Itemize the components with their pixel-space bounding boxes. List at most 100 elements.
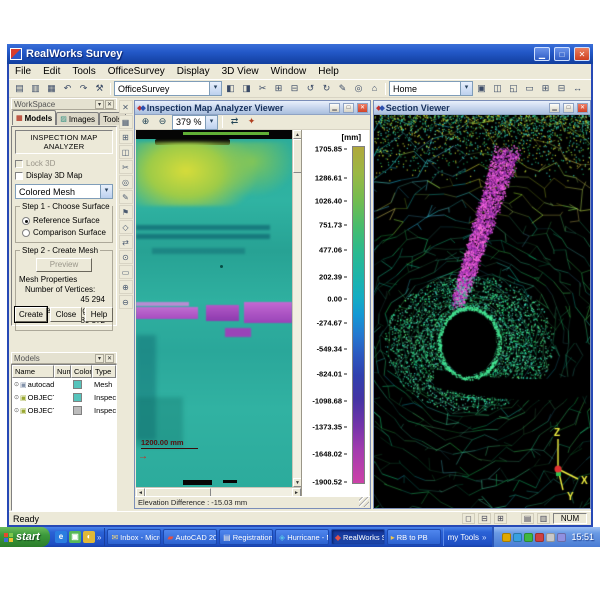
display-3d-map-checkbox-row[interactable]: Display 3D Map (15, 170, 113, 181)
cascade-icon[interactable]: ⊟ (554, 82, 569, 96)
layout-icon[interactable]: ◱ (506, 82, 521, 96)
resize-grip[interactable] (359, 497, 369, 507)
save-icon[interactable]: ▦ (44, 82, 59, 96)
redo-icon[interactable]: ↷ (76, 82, 91, 96)
tile-icon[interactable]: ⊞ (538, 82, 553, 96)
create-button[interactable]: Create (15, 307, 47, 322)
close-icon[interactable]: ✕ (105, 354, 114, 363)
chevron-icon[interactable]: » (482, 533, 486, 542)
taskbar-button[interactable]: ◈Hurricane - Micro... (275, 529, 329, 545)
tools-icon[interactable]: ⚒ (92, 82, 107, 96)
minimize-icon[interactable]: ▁ (549, 103, 560, 113)
zoom-in-icon[interactable]: ⊕ (138, 115, 153, 129)
taskbar-button[interactable]: ▸RB to PB (387, 529, 441, 545)
chevron-icon[interactable]: » (97, 533, 101, 542)
pan-icon[interactable]: ⇄ (227, 115, 242, 129)
help-button[interactable]: Help (85, 307, 113, 322)
chevron-down-icon[interactable]: ▾ (100, 185, 112, 198)
comparison-surface-radio-row[interactable]: Comparison Surface (22, 227, 109, 238)
maximize-icon[interactable]: □ (343, 103, 354, 113)
taskbar-button[interactable]: ✉Inbox - Microsof... (107, 529, 161, 545)
target-tool-icon[interactable]: ◎ (119, 175, 133, 189)
measure-icon[interactable]: ✦ (244, 115, 259, 129)
cut-icon[interactable]: ✂ (255, 82, 270, 96)
reference-surface-radio-row[interactable]: Reference Surface (22, 215, 109, 226)
reference-surface-radio[interactable] (22, 217, 30, 225)
delete-tool-icon[interactable]: ✕ (119, 100, 133, 114)
minimize-icon[interactable]: ▁ (329, 103, 340, 113)
close-button[interactable]: ✕ (574, 47, 590, 61)
table-row[interactable]: ⊙▣autocad...Mesh (12, 378, 116, 391)
swap-tool-icon[interactable]: ⇄ (119, 235, 133, 249)
add-tool-icon[interactable]: ⊕ (119, 280, 133, 294)
column-header[interactable]: Num... (54, 365, 71, 378)
layout-icon[interactable]: ⊟ (478, 513, 491, 524)
desktop-icon[interactable]: ▣ (69, 531, 81, 543)
column-header[interactable]: Color (71, 365, 92, 378)
rotate-right-icon[interactable]: ↻ (319, 82, 334, 96)
map-viewer-titlebar[interactable]: ◆◆ Inspection Map Analyzer Viewer ▁ □ ✕ (135, 101, 370, 115)
minimize-button[interactable]: ▁ (534, 47, 550, 61)
taskbar-button[interactable]: ▤Registration Rep... (219, 529, 273, 545)
pane-tool-icon[interactable]: ▭ (119, 265, 133, 279)
rotate-left-icon[interactable]: ↺ (303, 82, 318, 96)
menu-display[interactable]: Display (171, 65, 216, 78)
diamond-tool-icon[interactable]: ◇ (119, 220, 133, 234)
section-pointcloud-canvas[interactable] (374, 115, 590, 508)
expand-tool-icon[interactable]: ⊞ (119, 130, 133, 144)
menu-window[interactable]: Window (265, 65, 313, 78)
my-tools-toolbar[interactable]: my Tools » (443, 528, 491, 546)
flag-tool-icon[interactable]: ⚑ (119, 205, 133, 219)
cut-tool-icon[interactable]: ✂ (119, 160, 133, 174)
pane-icon[interactable]: ▭ (522, 82, 537, 96)
menu-edit[interactable]: Edit (37, 65, 66, 78)
taskbar-button[interactable]: ◆RealWorks Survey (331, 529, 385, 545)
grid-tool-icon[interactable]: ▦ (119, 115, 133, 129)
tray-icon[interactable] (524, 533, 533, 542)
tab-models[interactable]: ▦Models (12, 110, 56, 125)
layout-icon[interactable]: ⊞ (494, 513, 507, 524)
target-icon[interactable]: ◎ (351, 82, 366, 96)
home-view-icon[interactable]: ⌂ (367, 82, 382, 96)
new-window-icon[interactable]: ▣ (474, 82, 489, 96)
pin-icon[interactable]: ▾ (95, 354, 104, 363)
remove-tool-icon[interactable]: ⊖ (119, 295, 133, 309)
expand-icon[interactable]: ⊞ (271, 82, 286, 96)
chevron-down-icon[interactable]: ▾ (460, 82, 472, 95)
chevron-down-icon[interactable]: ▾ (209, 82, 221, 95)
section-viewer-titlebar[interactable]: ◆◆ Section Viewer ▁ □ ✕ (374, 101, 590, 115)
tray-icon[interactable] (502, 533, 511, 542)
merge-icon[interactable]: ◨ (239, 82, 254, 96)
app-titlebar[interactable]: RealWorks Survey ▁ □ ✕ (7, 44, 593, 64)
zoom-out-icon[interactable]: ⊖ (155, 115, 170, 129)
browser-icon[interactable]: e (55, 531, 67, 543)
menu-help[interactable]: Help (312, 65, 345, 78)
module-combobox[interactable]: OfficeSurvey ▾ (114, 81, 222, 96)
media-icon[interactable]: ◐ (83, 531, 95, 543)
comparison-surface-radio[interactable] (22, 229, 30, 237)
undo-icon[interactable]: ↶ (60, 82, 75, 96)
maximize-icon[interactable]: □ (563, 103, 574, 113)
split-tool-icon[interactable]: ◫ (119, 145, 133, 159)
menu-3d-view[interactable]: 3D View (216, 65, 265, 78)
tray-icon[interactable] (535, 533, 544, 542)
edit-icon[interactable]: ✎ (335, 82, 350, 96)
status-icon[interactable]: ▥ (537, 513, 550, 524)
menu-file[interactable]: File (9, 65, 37, 78)
table-row[interactable]: ⊙▣OBJECT...Inspectio (12, 404, 116, 417)
menu-officesurvey[interactable]: OfficeSurvey (102, 65, 171, 78)
maximize-button[interactable]: □ (554, 47, 570, 61)
close-icon[interactable]: ✕ (105, 100, 114, 109)
tray-icon[interactable] (513, 533, 522, 542)
column-header[interactable]: Name (12, 365, 54, 378)
eye-icon[interactable]: ⊙ (14, 381, 19, 388)
close-icon[interactable]: ✕ (577, 103, 588, 113)
view-combobox[interactable]: Home ▾ (389, 81, 473, 96)
lock3d-checkbox-row[interactable]: Lock 3D (15, 158, 113, 169)
tray-icon[interactable] (546, 533, 555, 542)
split-view-icon[interactable]: ◫ (490, 82, 505, 96)
status-icon[interactable]: ▤ (521, 513, 534, 524)
inspection-heatmap[interactable]: 1200.00 mm → (136, 130, 292, 487)
close-panel-button[interactable]: Close (50, 307, 82, 322)
menu-tools[interactable]: Tools (66, 65, 101, 78)
